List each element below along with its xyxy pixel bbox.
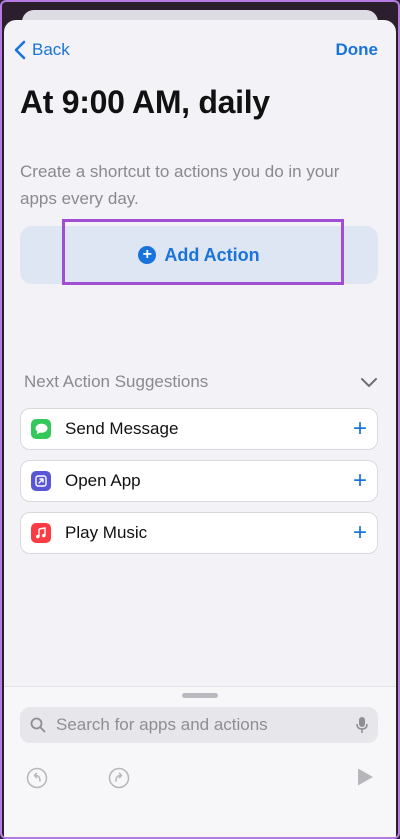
suggestion-open-app[interactable]: Open App + — [20, 460, 378, 502]
page-title: At 9:00 AM, daily — [20, 84, 270, 120]
suggestion-play-music[interactable]: Play Music + — [20, 512, 378, 554]
plus-icon[interactable]: + — [353, 469, 367, 493]
undo-icon[interactable] — [26, 767, 48, 789]
chevron-down-icon[interactable] — [360, 376, 378, 388]
suggestion-label: Open App — [65, 471, 141, 490]
play-icon[interactable] — [356, 767, 374, 787]
editor-toolbar — [4, 757, 396, 797]
automation-sheet: Back Done At 9:00 AM, daily Create a sho… — [4, 20, 396, 837]
suggestion-label: Play Music — [65, 523, 148, 542]
redo-icon[interactable] — [108, 767, 130, 789]
suggestions-title: Next Action Suggestions — [24, 372, 209, 391]
search-bar[interactable] — [20, 707, 378, 743]
plus-icon[interactable]: + — [353, 417, 367, 441]
page-description: Create a shortcut to actions you do in y… — [20, 162, 340, 208]
plus-icon[interactable]: + — [353, 521, 367, 545]
chevron-left-icon — [14, 40, 26, 60]
back-label: Back — [32, 40, 70, 59]
search-panel — [4, 686, 396, 837]
back-button[interactable]: Back — [14, 40, 70, 60]
suggestions-list: Send Message + Open App + Play Music + — [20, 408, 378, 564]
highlight-box — [62, 219, 344, 285]
suggestion-send-message[interactable]: Send Message + — [20, 408, 378, 450]
done-button[interactable]: Done — [336, 40, 379, 60]
search-input[interactable] — [54, 714, 356, 736]
open-app-icon — [31, 471, 51, 491]
microphone-icon[interactable] — [356, 716, 368, 734]
drag-handle[interactable] — [182, 693, 218, 698]
suggestions-header[interactable]: Next Action Suggestions — [24, 370, 378, 394]
music-icon — [31, 523, 51, 543]
navigation-bar: Back Done — [4, 20, 396, 78]
messages-icon — [31, 419, 51, 439]
phone-frame: Back Done At 9:00 AM, daily Create a sho… — [0, 0, 400, 839]
suggestion-label: Send Message — [65, 419, 179, 438]
search-icon — [30, 717, 46, 733]
